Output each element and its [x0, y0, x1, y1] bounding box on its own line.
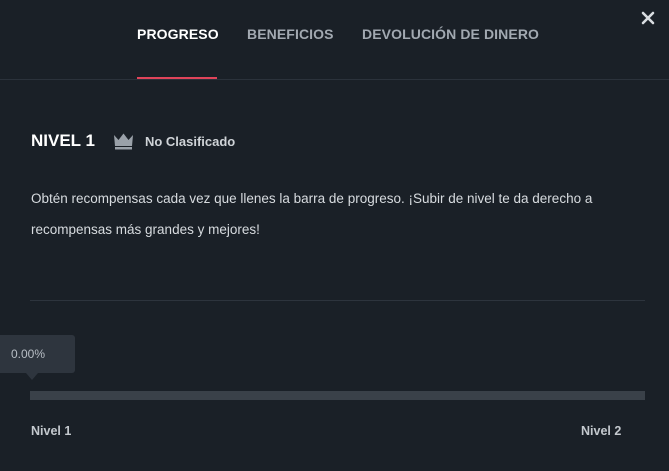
- progress-end-label: Nivel 2: [581, 424, 622, 438]
- progress-start-label: Nivel 1: [31, 424, 72, 438]
- active-tab-indicator: [137, 77, 217, 79]
- rewards-panel: PROGRESO BENEFICIOS DEVOLUCIÓN DE DINERO…: [0, 0, 669, 471]
- progress-tooltip: 0.00%: [0, 335, 75, 373]
- tab-devolucion-de-dinero[interactable]: DEVOLUCIÓN DE DINERO: [362, 26, 539, 42]
- crown-icon: [113, 133, 133, 150]
- rank-label: No Clasificado: [144, 133, 236, 149]
- close-icon: [641, 11, 655, 25]
- divider: [30, 300, 645, 301]
- tab-beneficios[interactable]: BENEFICIOS: [247, 26, 334, 42]
- tab-progreso[interactable]: PROGRESO: [137, 26, 219, 42]
- level-description: Obtén recompensas cada vez que llenes la…: [31, 191, 593, 237]
- tab-bar: PROGRESO BENEFICIOS DEVOLUCIÓN DE DINERO: [0, 0, 669, 80]
- level-title: NIVEL 1: [31, 131, 95, 150]
- progress-tooltip-arrow: [26, 373, 38, 380]
- progress-bar: [30, 391, 645, 400]
- close-button[interactable]: [638, 8, 658, 28]
- level-header: NIVEL 1 No Clasificado: [31, 130, 235, 152]
